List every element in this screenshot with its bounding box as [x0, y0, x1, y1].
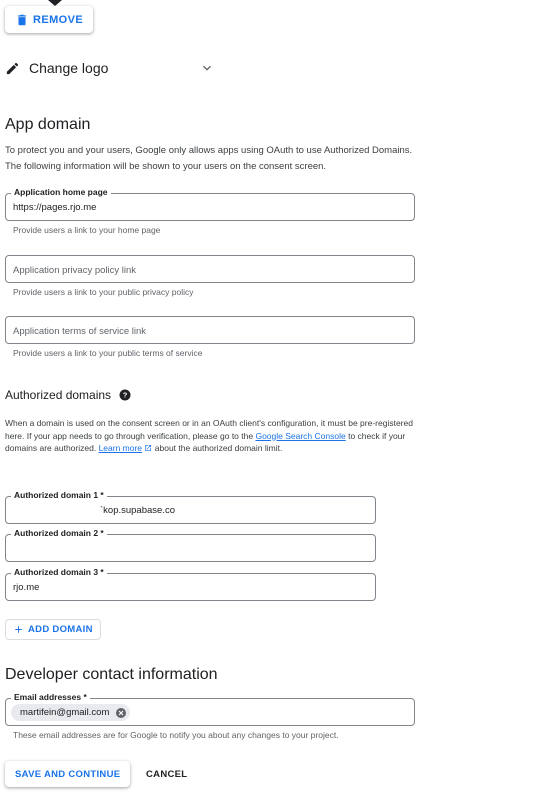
terms-of-service-placeholder: Application terms of service link [13, 326, 147, 337]
learn-more-link[interactable]: Learn more [99, 443, 142, 453]
cancel-button[interactable]: CANCEL [138, 761, 195, 787]
save-and-continue-button[interactable]: SAVE AND CONTINUE [5, 761, 131, 787]
app-domain-description: To protect you and your users, Google on… [5, 145, 413, 172]
authorized-domains-title: Authorized domains [5, 388, 112, 402]
change-logo-label: Change logo [29, 60, 109, 76]
help-icon[interactable]: ? [119, 389, 131, 401]
home-page-label: Application home page [11, 187, 111, 197]
privacy-policy-field[interactable]: Application privacy policy link [5, 255, 415, 283]
authorized-domain-2-field[interactable]: Authorized domain 2 * [5, 528, 376, 562]
remove-logo-label: REMOVE [33, 13, 84, 26]
terms-of-service-field[interactable]: Application terms of service link [5, 316, 415, 344]
chevron-down-icon [203, 65, 211, 71]
authorized-domain-3-label: Authorized domain 3 * [11, 567, 107, 577]
email-addresses-field[interactable]: Email addresses * martifein@gmail.com [5, 692, 415, 726]
trash-icon [17, 14, 27, 25]
privacy-policy-hint: Provide users a link to your public priv… [13, 287, 194, 297]
authorized-domain-2-label: Authorized domain 2 * [11, 528, 107, 538]
privacy-policy-placeholder: Application privacy policy link [13, 265, 137, 276]
authorized-domain-1-label: Authorized domain 1 * [11, 490, 107, 500]
home-page-field[interactable]: Application home page https://pages.rjo.… [5, 187, 415, 221]
remove-chip-icon[interactable] [115, 707, 127, 719]
authorized-domains-heading: Authorized domains ? [5, 388, 131, 402]
email-hint: These email addresses are for Google to … [13, 730, 339, 740]
authorized-domain-1-field[interactable]: Authorized domain 1 * `kop.supabase.co [5, 490, 376, 524]
home-page-value: https://pages.rjo.me [13, 202, 97, 213]
add-domain-label: ADD DOMAIN [28, 624, 93, 635]
authorized-domains-description: When a domain is used on the consent scr… [5, 418, 413, 453]
google-search-console-link[interactable]: Google Search Console [255, 431, 345, 441]
email-chip: martifein@gmail.com [11, 704, 131, 721]
developer-contact-heading: Developer contact information [5, 666, 218, 683]
authorized-domain-1-value: `kop.supabase.co [100, 505, 175, 516]
plus-icon [15, 626, 22, 633]
add-domain-button[interactable]: ADD DOMAIN [5, 619, 101, 640]
email-addresses-label: Email addresses * [11, 692, 90, 702]
email-chip-label: martifein@gmail.com [20, 707, 110, 718]
terms-of-service-hint: Provide users a link to your public term… [13, 348, 203, 358]
pencil-icon [6, 62, 19, 74]
authorized-domain-3-value: rjo.me [13, 582, 40, 593]
authorized-domain-3-field[interactable]: Authorized domain 3 * rjo.me [5, 567, 376, 601]
app-domain-heading: App domain [5, 116, 91, 133]
remove-logo-button[interactable]: REMOVE [5, 6, 94, 33]
svg-text:?: ? [123, 391, 128, 400]
change-logo-expander[interactable]: Change logo [5, 57, 215, 79]
home-page-hint: Provide users a link to your home page [13, 225, 161, 235]
oauth-consent-screen-form: REMOVE Change logo App domain To protect… [0, 0, 535, 798]
